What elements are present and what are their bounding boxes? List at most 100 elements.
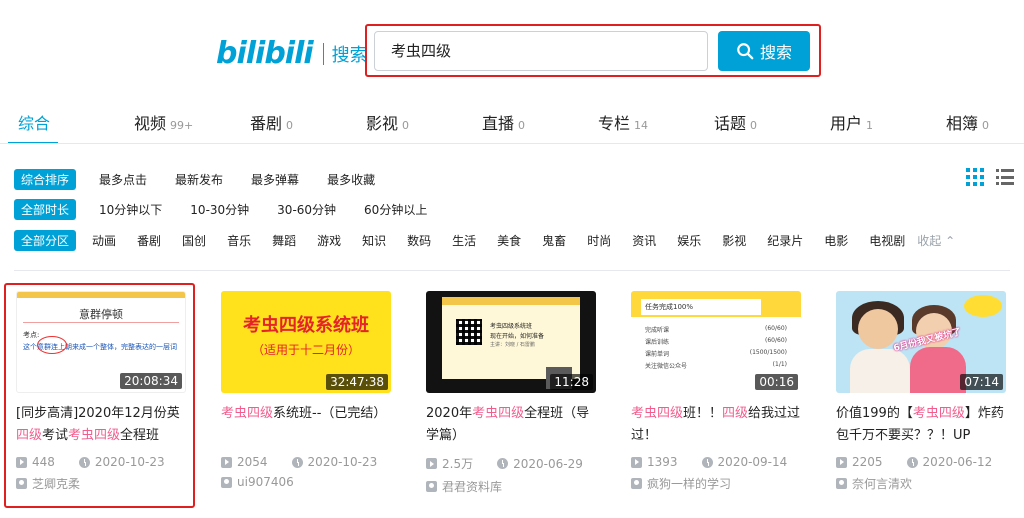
search-input[interactable]: 考虫四级 xyxy=(374,31,708,71)
qr-code-icon xyxy=(456,319,482,345)
logo-search-label: 搜索 xyxy=(331,44,368,66)
thumb-text: 考虫四级系统班 xyxy=(490,323,533,330)
filter-zone-item[interactable]: 动画 xyxy=(92,232,116,249)
filter-zone-item[interactable]: 知识 xyxy=(362,232,386,249)
video-author[interactable]: 奈何言清欢 xyxy=(836,475,1006,492)
video-title[interactable]: 价值199的【考虫四级】炸药包千万不要买？？！UP xyxy=(836,403,1006,447)
video-thumbnail[interactable]: 考虫四级系统班 （适用于十二月份） 32:47:38 xyxy=(221,291,391,393)
search-button-label: 搜索 xyxy=(759,43,792,62)
video-author[interactable]: 疯狗一样的学习 xyxy=(631,475,801,492)
search-button[interactable]: 搜索 xyxy=(718,31,810,71)
filter-zone-item[interactable]: 美食 xyxy=(497,232,521,249)
filter-zone-item[interactable]: 舞蹈 xyxy=(272,232,296,249)
clock-icon xyxy=(906,456,918,468)
tab-label: 影视 xyxy=(366,114,399,133)
collapse-toggle[interactable]: 收起 ⌃ xyxy=(917,232,955,249)
tab-count: 0 xyxy=(286,119,294,132)
tab-bangumi[interactable]: 番剧 0 xyxy=(250,110,293,134)
filter-zone-item[interactable]: 数码 xyxy=(407,232,431,249)
filter-zone-item[interactable]: 影视 xyxy=(722,232,746,249)
list-view-icon[interactable] xyxy=(996,168,1014,186)
filter-zone-item[interactable]: 纪录片 xyxy=(767,232,803,249)
tab-label: 用户 xyxy=(830,114,863,133)
user-icon xyxy=(426,481,437,492)
tab-count: 99+ xyxy=(170,119,194,132)
clock-icon xyxy=(497,458,509,469)
tab-count: 14 xyxy=(634,119,649,132)
video-author[interactable]: 君君资料库 xyxy=(426,478,596,495)
filter-duration-over60[interactable]: 60分钟以上 xyxy=(364,201,427,218)
video-card[interactable]: 考虫四级系统班 现在开始，如何准备 主讲：刘晓 / 石雷鹏 11:28 2020… xyxy=(426,291,596,495)
filter-zone-item[interactable]: 游戏 xyxy=(317,232,341,249)
video-title[interactable]: [同步高清]2020年12月份英四级考试考虫四级全程班 xyxy=(16,403,186,447)
tab-movie[interactable]: 影视 0 xyxy=(366,110,409,134)
tab-all[interactable]: 综合 xyxy=(18,110,50,134)
thumb-text: 现在开始，如何准备 xyxy=(490,333,545,340)
filter-zone-item[interactable]: 音乐 xyxy=(227,232,251,249)
user-icon xyxy=(221,476,232,488)
video-meta: 2.5万 2020-06-29 xyxy=(426,455,596,472)
video-author[interactable]: ui907406 xyxy=(221,475,391,489)
upload-date: 2020-10-23 xyxy=(307,455,378,469)
tab-video[interactable]: 视频 99+ xyxy=(134,110,193,134)
grid-view-icon[interactable] xyxy=(966,168,984,186)
bilibili-logo[interactable]: bilibili 搜索 xyxy=(216,36,368,71)
filter-order-click[interactable]: 最多点击 xyxy=(99,171,147,188)
filter-order-new[interactable]: 最新发布 xyxy=(175,171,223,188)
user-icon xyxy=(16,478,27,489)
tab-topic[interactable]: 话题 0 xyxy=(714,110,757,134)
thumb-text: 课前单词 xyxy=(645,351,670,358)
filter-zone-item[interactable]: 电视剧 xyxy=(869,232,905,249)
tab-label: 综合 xyxy=(18,114,51,133)
video-title[interactable]: 考虫四级班！！四级给我过过过！ xyxy=(631,403,801,447)
video-meta: 1393 2020-09-14 xyxy=(631,455,801,469)
video-card[interactable]: 任务完成100% 完成听课 (60/60) 课后训练 (60/60) 课前单词 (15… xyxy=(631,291,801,492)
tab-label: 直播 xyxy=(482,114,515,133)
video-card[interactable]: 6月份我又被坑了 07:14 价值199的【考虫四级】炸药包千万不要买？？！UP… xyxy=(836,291,1006,492)
filter-duration-all[interactable]: 全部时长 xyxy=(14,198,77,220)
tab-album[interactable]: 相簿 0 xyxy=(946,110,989,134)
video-card[interactable]: 考虫四级系统班 （适用于十二月份） 32:47:38 考虫四级系统班--（已完结… xyxy=(221,291,391,489)
video-thumbnail[interactable]: 任务完成100% 完成听课 (60/60) 课后训练 (60/60) 课前单词 (15… xyxy=(631,291,801,393)
tab-count: 0 xyxy=(402,119,410,132)
video-thumbnail[interactable]: 考虫四级系统班 现在开始，如何准备 主讲：刘晓 / 石雷鹏 11:28 xyxy=(426,291,596,393)
video-thumbnail[interactable]: 6月份我又被坑了 07:14 xyxy=(836,291,1006,393)
filter-duration-30-60[interactable]: 30-60分钟 xyxy=(277,201,336,218)
play-count: 448 xyxy=(32,455,55,469)
tab-article[interactable]: 专栏 14 xyxy=(598,110,648,134)
author-name: 芝卿克柔 xyxy=(32,477,81,491)
filter-zone-item[interactable]: 番剧 xyxy=(137,232,161,249)
video-card[interactable]: 意群停顿 考点: 这个意群连上朝来成一个整体，完整表达的一层词 20:08:34… xyxy=(16,291,186,492)
filter-order-row: 综合排序 最多点击 最新发布 最多弹幕 最多收藏 xyxy=(14,168,403,190)
play-count-icon xyxy=(16,456,27,468)
filter-duration-10-30[interactable]: 10-30分钟 xyxy=(190,201,249,218)
tab-count: 0 xyxy=(750,119,758,132)
filter-duration-row: 全部时长 10分钟以下 10-30分钟 30-60分钟 60分钟以上 xyxy=(14,198,455,220)
thumb-text: 完成听课 xyxy=(645,327,670,334)
filter-zone-item[interactable]: 时尚 xyxy=(587,232,611,249)
thumb-text: （适用于十二月份） xyxy=(251,343,360,357)
video-thumbnail[interactable]: 意群停顿 考点: 这个意群连上朝来成一个整体，完整表达的一层词 20:08:34 xyxy=(16,291,186,393)
filter-order-fav[interactable]: 最多收藏 xyxy=(327,171,375,188)
tab-user[interactable]: 用户 1 xyxy=(830,110,873,134)
filter-duration-under10[interactable]: 10分钟以下 xyxy=(99,201,162,218)
filter-zone-row: 全部分区 动画 番剧 国创 音乐 舞蹈 游戏 知识 数码 生活 美食 鬼畜 时尚… xyxy=(14,229,955,251)
video-title[interactable]: 考虫四级系统班--（已完结） xyxy=(221,403,391,447)
video-meta: 448 2020-10-23 xyxy=(16,455,186,469)
filter-zone-item[interactable]: 资讯 xyxy=(632,232,656,249)
filter-order-danmaku[interactable]: 最多弹幕 xyxy=(251,171,299,188)
tab-live[interactable]: 直播 0 xyxy=(482,110,525,134)
filter-zone-item[interactable]: 国创 xyxy=(182,232,206,249)
thumb-text: 课后训练 xyxy=(645,339,670,346)
video-author[interactable]: 芝卿克柔 xyxy=(16,475,186,492)
filter-zone-item[interactable]: 生活 xyxy=(452,232,476,249)
tab-label: 视频 xyxy=(134,114,167,133)
video-title[interactable]: 2020年考虫四级全程班（导学篇） xyxy=(426,403,596,447)
filter-zone-item[interactable]: 鬼畜 xyxy=(542,232,566,249)
filter-zone-item[interactable]: 娱乐 xyxy=(677,232,701,249)
video-meta: 2205 2020-06-12 xyxy=(836,455,1006,469)
filter-zone-all[interactable]: 全部分区 xyxy=(14,229,77,251)
filter-order-default[interactable]: 综合排序 xyxy=(14,168,77,190)
tab-label: 专栏 xyxy=(598,114,631,133)
filter-zone-item[interactable]: 电影 xyxy=(824,232,848,249)
